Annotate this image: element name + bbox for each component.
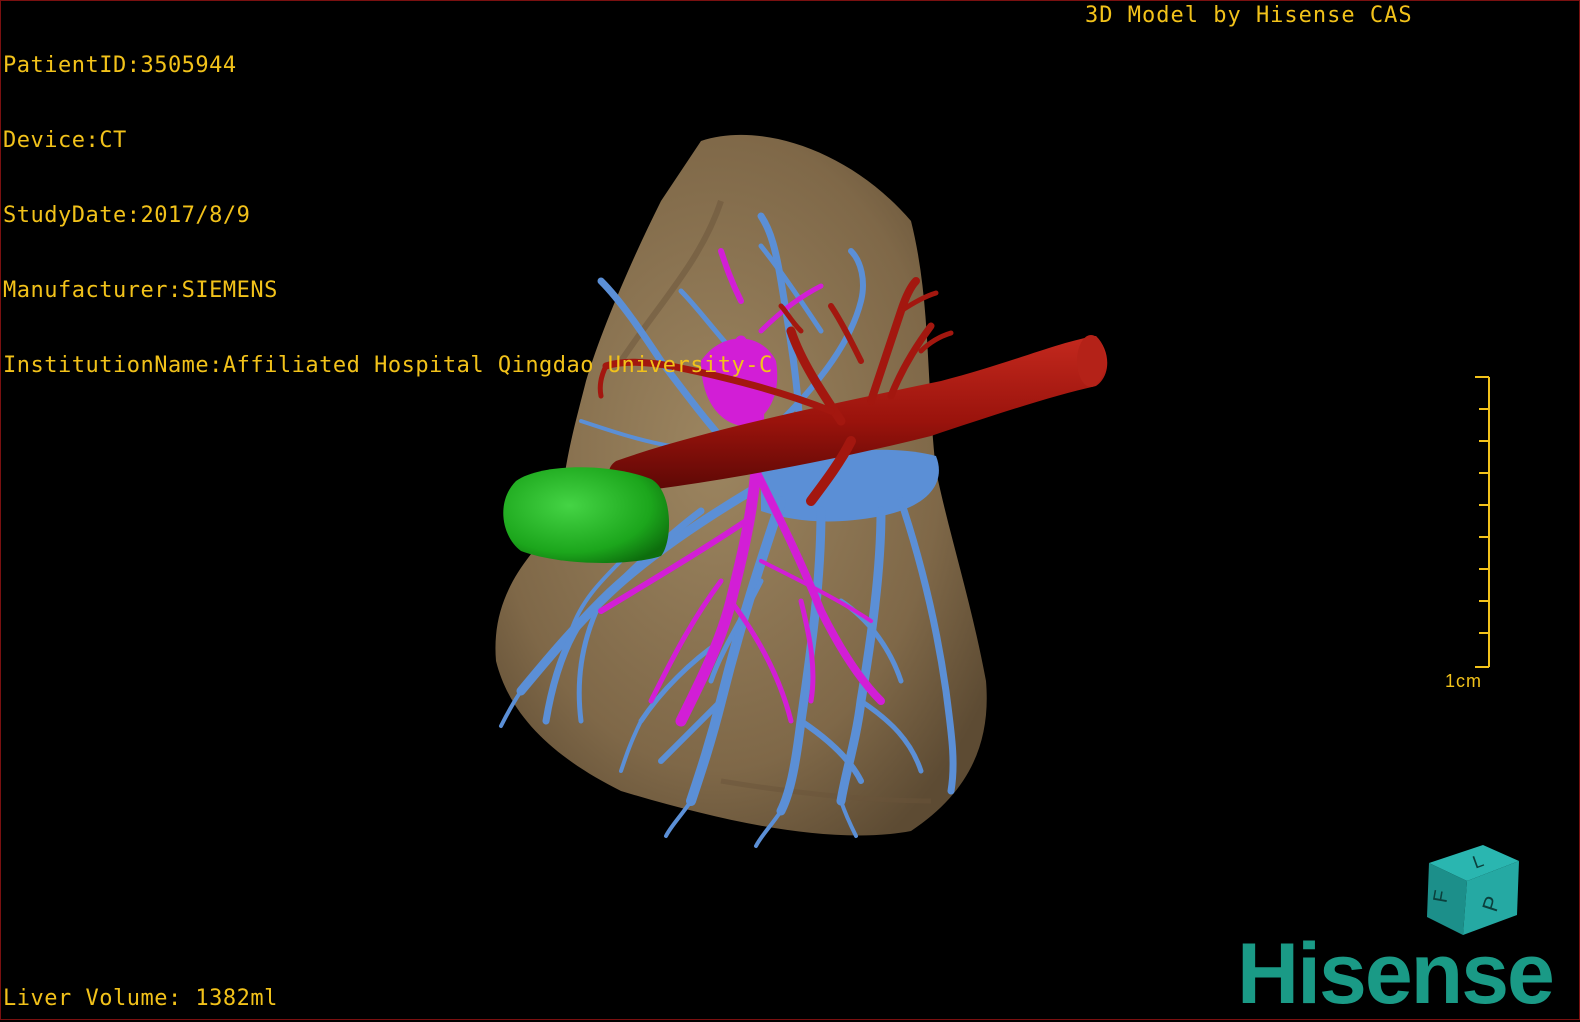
scale-label: 1cm [1445, 671, 1483, 691]
scale-bar [1475, 376, 1490, 668]
patient-id: PatientID:3505944 [3, 53, 237, 78]
liver-volume: Liver Volume: 1382ml [3, 986, 278, 1011]
device: Device:CT [3, 128, 127, 153]
institution-name: InstitutionName:Affiliated Hospital Qing… [3, 353, 773, 378]
dicom-metadata: PatientID:3505944 Device:CT StudyDate:20… [3, 3, 773, 428]
study-date: StudyDate:2017/8/9 [3, 203, 251, 228]
gallbladder [503, 467, 670, 563]
manufacturer: Manufacturer:SIEMENS [3, 278, 278, 303]
orientation-cube[interactable]: F L P [1421, 831, 1531, 941]
hisense-logo: Hisense [1237, 926, 1555, 1022]
3d-viewport[interactable]: PatientID:3505944 Device:CT StudyDate:20… [0, 0, 1580, 1020]
model-caption: 3D Model by Hisense CAS [1085, 3, 1413, 28]
